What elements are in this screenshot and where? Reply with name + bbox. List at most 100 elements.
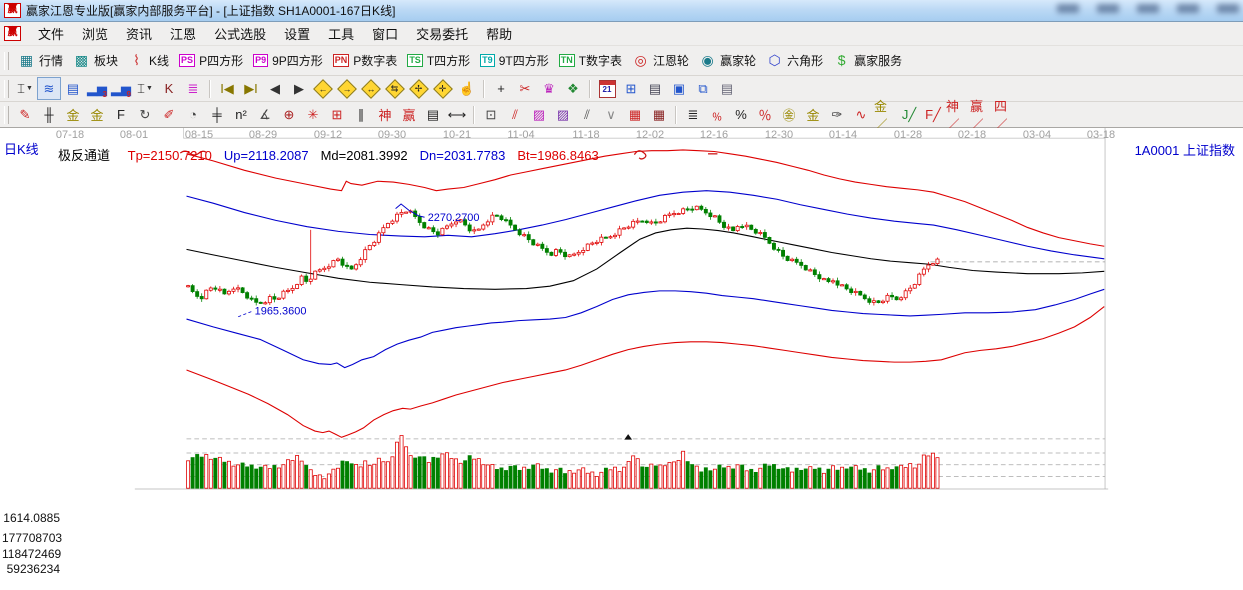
toolbar-grip[interactable] [4,106,9,124]
winner-wheel-button[interactable]: ◉赢家轮 [694,50,761,71]
last-page-button[interactable]: ▶I [239,77,263,100]
print-button[interactable]: ▤ [715,77,739,100]
save-button[interactable]: ▣ [667,77,691,100]
fan-dark-button[interactable]: ⫽ [575,103,599,126]
hand-button[interactable]: ☝ [455,77,479,100]
percent-line-button[interactable]: ％ [753,103,777,126]
9t-square-button[interactable]: T99T四方形 [475,50,554,71]
menu-item-7[interactable]: 窗口 [363,22,407,45]
snapshot-button[interactable]: ⧉ [691,77,715,100]
candle-type-button[interactable]: ⌶▼ [133,77,157,100]
winner-service-button[interactable]: $赢家服务 [828,50,907,71]
prev-button[interactable]: ◀ [263,77,287,100]
kline-button[interactable]: ⌇K线 [123,50,174,71]
candle-style-button[interactable]: ⌶▼ [13,77,37,100]
next-button[interactable]: ▶ [287,77,311,100]
9p-square-button[interactable]: P99P四方形 [248,50,328,71]
angle-tool-button[interactable]: ∡ [253,103,277,126]
menu-item-4[interactable]: 公式选股 [205,22,275,45]
pencil-button[interactable]: ✎ [13,103,37,126]
tick-ruler-button[interactable]: ╪ [205,103,229,126]
brush-button[interactable]: ✑ [825,103,849,126]
f-ruler-button[interactable]: F [109,103,133,126]
menu-item-2[interactable]: 资讯 [117,22,161,45]
percent-slash-button[interactable]: ﹪ [705,103,729,126]
double-line-button[interactable]: ∥ [349,103,373,126]
p-table-button[interactable]: PNP数字表 [328,50,403,71]
blurred-control[interactable] [1177,4,1199,13]
shen-tool-button[interactable]: 神 [373,103,397,126]
toolbar-grip[interactable] [4,80,9,98]
fan-red-button[interactable]: ⫽ [503,103,527,126]
gold-line-button[interactable]: 金 [801,103,825,126]
chart-area[interactable]: 2270.27001965.3600 07-1808-0108-1508-290… [0,128,1243,590]
bars-9-button[interactable]: ▂▅9 [109,77,133,100]
menu-item-5[interactable]: 设置 [275,22,319,45]
gold-gate-button[interactable]: 金 [61,103,85,126]
menu-item-0[interactable]: 文件 [29,22,73,45]
blurred-control[interactable] [1057,4,1079,13]
expand-button[interactable]: ↔ [359,77,383,100]
k-pattern-button[interactable]: K [157,77,181,100]
percent-button[interactable]: % [729,103,753,126]
notepad-button[interactable]: ▤ [643,77,667,100]
gold-angle-button[interactable]: 金╱ [873,103,897,126]
compass-button[interactable]: ⊕ [277,103,301,126]
volume-profile-button[interactable]: ≣ [181,77,205,100]
n-squared-button[interactable]: n² [229,103,253,126]
pencil2-button[interactable]: ✐ [157,103,181,126]
p-square-button[interactable]: PSP四方形 [174,50,248,71]
menu-item-6[interactable]: 工具 [319,22,363,45]
menu-item-1[interactable]: 浏览 [73,22,117,45]
curve-tool-button[interactable]: ≋ [37,77,61,100]
menu-item-8[interactable]: 交易委托 [407,22,477,45]
shen-angle-button[interactable]: 神╱ [945,103,969,126]
box-tool-button[interactable]: ⊡ [479,103,503,126]
j-angle-button[interactable]: J╱ [897,103,921,126]
crosshair-button[interactable]: + [489,77,513,100]
width-measure-button[interactable]: ⟷ [445,103,469,126]
first-page-button[interactable]: I◀ [215,77,239,100]
pattern-match-button[interactable]: ❖ [561,77,585,100]
stamp-button[interactable]: ♛ [537,77,561,100]
ying-angle-button[interactable]: 赢╱ [969,103,993,126]
toolbar-grip[interactable] [4,52,9,70]
grid-b-button[interactable]: ▦ [647,103,671,126]
ying-tool-button[interactable]: 赢 [397,103,421,126]
kline-chart[interactable]: 2270.27001965.3600 [0,128,1243,590]
spiral-button[interactable]: ↻ [133,103,157,126]
measure-button[interactable]: ✂ [513,77,537,100]
info-doc-button[interactable]: ▤ [61,77,85,100]
f-angle-button[interactable]: F╱ [921,103,945,126]
calendar-button[interactable]: 21 [595,77,619,100]
zoom-in-button[interactable]: ✛ [431,77,455,100]
shift-right-button[interactable]: → [335,77,359,100]
blurred-control[interactable] [1217,4,1239,13]
compress-button[interactable]: ⇆ [383,77,407,100]
zoom-out-button[interactable]: ✢ [407,77,431,100]
hexagon-button[interactable]: ⬡六角形 [761,50,828,71]
fan-grid-purple-button[interactable]: ▨ [551,103,575,126]
shift-left-button[interactable]: ← [311,77,335,100]
t-table-button[interactable]: TNT数字表 [554,50,627,71]
fan-grid-magenta-button[interactable]: ▨ [527,103,551,126]
si-angle-button[interactable]: 四╱ [993,103,1017,126]
gold-gate2-button[interactable]: 金 [85,103,109,126]
quotes-button[interactable]: ▦行情 [13,50,68,71]
grid-target-button[interactable]: ⊞ [325,103,349,126]
gold-circle-button[interactable]: ㊎ [777,103,801,126]
price-ladder-button[interactable]: ≣ [681,103,705,126]
circle-gauge-button[interactable]: ◔ [181,103,205,126]
sectors-button[interactable]: ▩板块 [68,50,123,71]
gann-ruler-button[interactable]: ╫ [37,103,61,126]
dropdown-arrow-icon[interactable]: ▼ [146,85,153,92]
t-square-button[interactable]: TST四方形 [402,50,475,71]
calculator-button[interactable]: ⊞ [619,77,643,100]
wave-av-button[interactable]: ∿ [849,103,873,126]
grid-a-button[interactable]: ▦ [623,103,647,126]
dropdown-arrow-icon[interactable]: ▼ [26,85,33,92]
bars-3-button[interactable]: ▂▅3 [85,77,109,100]
check-tool-button[interactable]: ∨ [599,103,623,126]
menu-item-3[interactable]: 江恩 [161,22,205,45]
radial-star-button[interactable]: ✳ [301,103,325,126]
